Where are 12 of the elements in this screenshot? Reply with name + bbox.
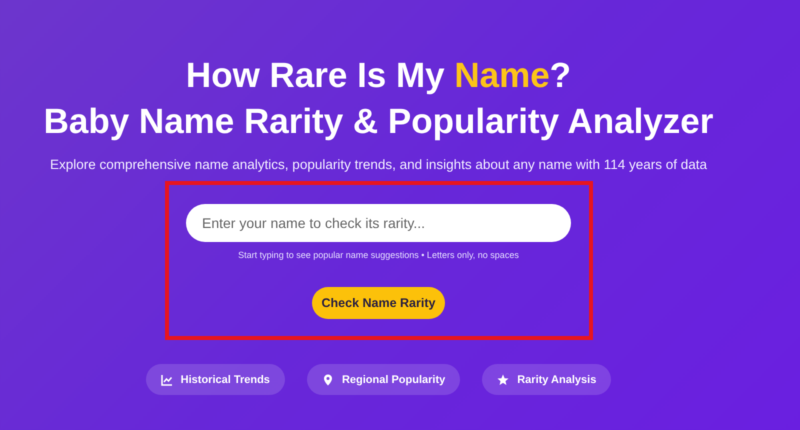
feature-chip[interactable]: Rarity Analysis (482, 364, 612, 395)
star-icon (497, 374, 510, 386)
subtitle: Explore comprehensive name analytics, popularity trends, and insights about any name with 114 years of data (50, 157, 708, 172)
input-hint: Start typing to see popular name suggestions • Letters only, no spaces (238, 250, 519, 260)
page-title: Baby Name Rarity & Popularity Analyzer (44, 101, 714, 143)
line-chart-icon (160, 374, 173, 386)
feature-chip[interactable]: Historical Trends (146, 364, 285, 395)
map-pin-icon (322, 374, 334, 386)
check-rarity-button[interactable]: Check Name Rarity (312, 287, 446, 319)
page-title: How Rare Is My Name? (186, 55, 572, 97)
feature-chip[interactable]: Regional Popularity (306, 364, 460, 395)
name-input-field[interactable]: Enter your name to check its rarity... (186, 204, 571, 242)
